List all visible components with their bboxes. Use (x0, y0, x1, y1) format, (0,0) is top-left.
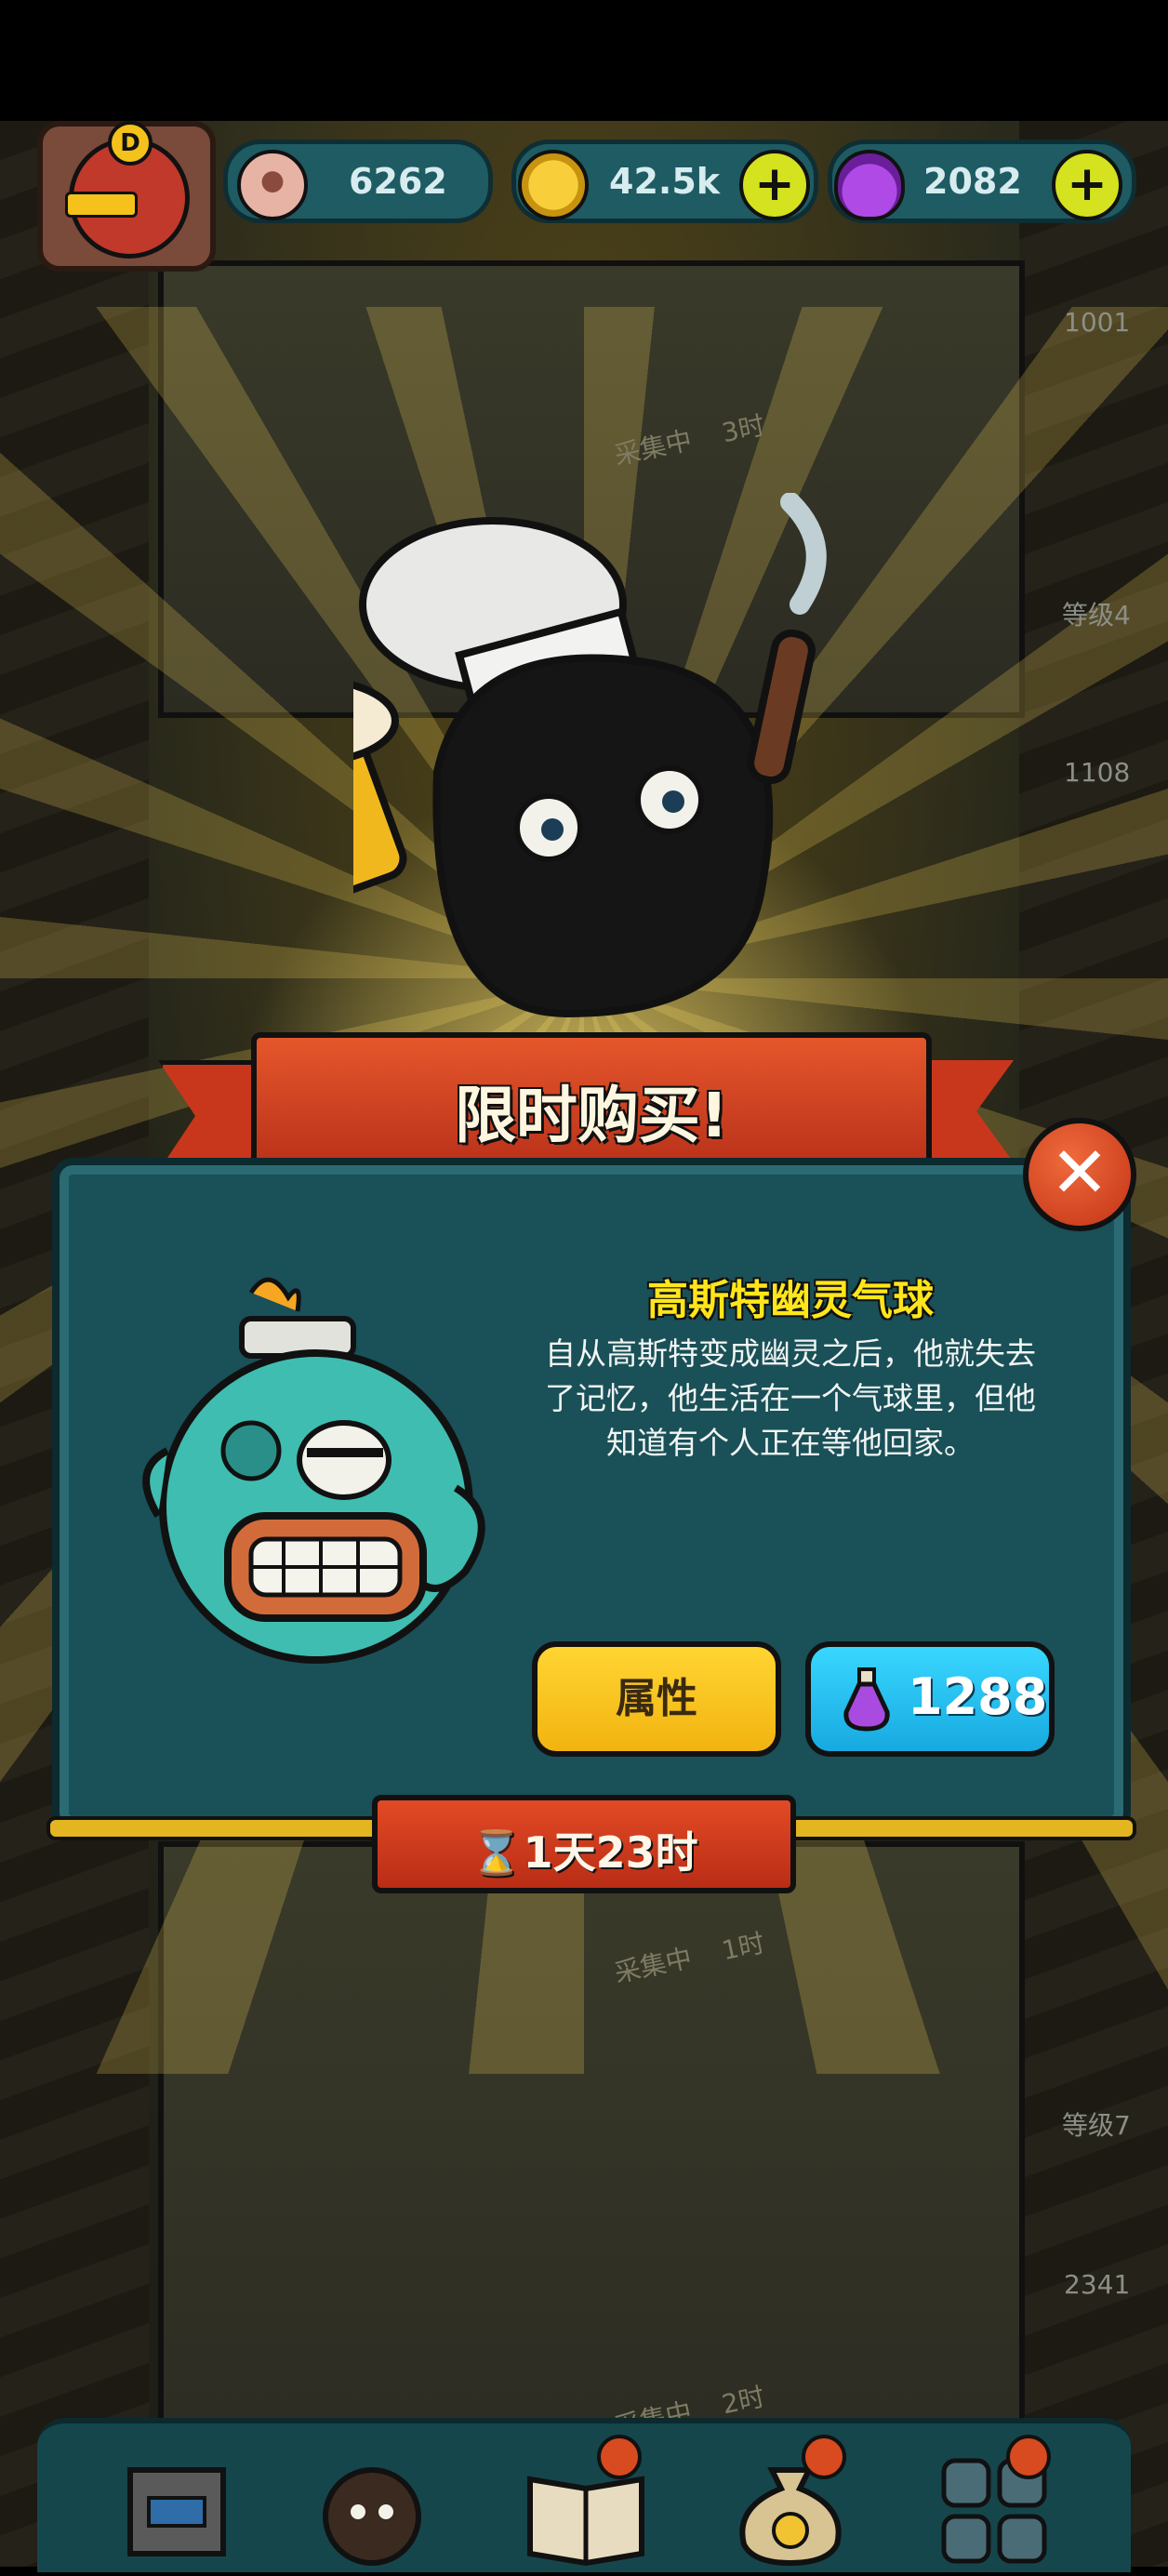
side-stat-value-5: 2341 (1064, 2269, 1131, 2300)
potion-icon (843, 1667, 890, 1732)
offer-timer: ⌛1天23时 (372, 1795, 796, 1893)
eyeball-counter: 6262 (223, 139, 493, 223)
chef-monster-illustration (353, 493, 827, 1018)
side-stat-value-2: 1108 (1064, 757, 1131, 788)
side-stat-value-1: 1001 (1064, 307, 1131, 338)
bottom-nav (37, 2418, 1131, 2572)
add-coins-button[interactable]: + (739, 150, 810, 220)
hourglass-icon: ⌛ (470, 1827, 524, 1878)
potion-value: 2082 (923, 161, 1022, 202)
coin-value: 42.5k (609, 161, 721, 202)
monster-icon (323, 2467, 421, 2566)
add-potions-button[interactable]: + (1052, 150, 1122, 220)
nav-collection[interactable] (930, 2435, 1060, 2572)
banner-ribbon-main: 限时购买! (251, 1032, 932, 1174)
attributes-button[interactable]: 属性 (532, 1641, 781, 1757)
collection-notification-dot (1006, 2435, 1051, 2479)
eyeball-icon (237, 150, 308, 220)
ghost-balloon-illustration (142, 1277, 485, 1664)
player-avatar[interactable]: D (37, 121, 216, 272)
item-name: 高斯特幽灵气球 (647, 1277, 934, 1324)
nav-book[interactable] (521, 2435, 651, 2572)
timer-value: 1天23时 (523, 1827, 698, 1878)
potion-counter: 2082 + (828, 139, 1136, 223)
avatar-rank-badge: D (108, 121, 153, 166)
book-notification-dot (597, 2435, 642, 2479)
shop-notification-dot (802, 2435, 846, 2479)
top-resource-bar: D 6262 42.5k + 2082 + (0, 121, 1168, 272)
building-icon (127, 2467, 226, 2556)
potion-icon (834, 150, 905, 220)
coin-icon (518, 150, 589, 220)
coin-counter: 42.5k + (511, 139, 818, 223)
close-button[interactable]: ✕ (1023, 1118, 1136, 1231)
side-stat-level-5: 等级7 (1062, 2110, 1131, 2141)
limited-offer-banner: 限时购买! (158, 1032, 1014, 1174)
side-stat-level-2: 等级4 (1062, 600, 1131, 631)
eyeball-value: 6262 (349, 161, 447, 202)
price-value: 1288 (908, 1667, 1048, 1726)
close-icon: ✕ (1050, 1131, 1109, 1214)
avatar-mouth (65, 192, 138, 218)
buy-button[interactable]: 1288 (805, 1641, 1055, 1757)
item-description: 自从高斯特变成幽灵之后，他就失去了记忆，他生活在一个气球里，但他知道有个人正在等… (545, 1335, 1036, 1461)
banner-title: 限时购买! (454, 1080, 729, 1151)
nav-shop[interactable] (725, 2435, 856, 2572)
nav-building[interactable] (112, 2442, 242, 2572)
nav-monsters[interactable] (307, 2442, 437, 2572)
